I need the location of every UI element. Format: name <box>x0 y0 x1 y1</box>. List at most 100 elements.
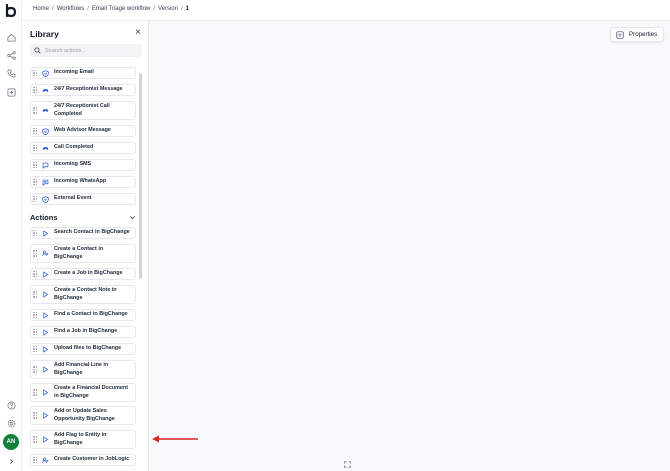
library-item[interactable]: Add or Update Sales Opportunity BigChang… <box>30 406 136 425</box>
library-item[interactable]: Add Flag to Entity in BigChange <box>30 430 136 449</box>
expand-chevron-icon[interactable] <box>4 454 18 468</box>
library-item[interactable]: Web Advisor Message <box>30 125 136 137</box>
library-item-label: 24/7 Receptionist Call Completed <box>54 103 110 117</box>
chevron-down-icon[interactable] <box>129 214 136 221</box>
workflow-canvas[interactable] <box>149 21 670 471</box>
help-icon[interactable] <box>4 398 18 412</box>
library-item[interactable]: Create a Financial Document in BigChange <box>30 383 136 402</box>
close-icon[interactable]: × <box>133 28 143 38</box>
drag-handle-icon[interactable] <box>33 311 38 319</box>
library-panel: Library × Incoming Email 24/7 Receptioni… <box>23 21 149 471</box>
message-lines-icon <box>42 179 49 186</box>
library-item-label: Add or Update Sales Opportunity BigChang… <box>54 408 115 422</box>
library-item[interactable]: Create Customer in JobLogic <box>30 454 136 466</box>
library-item-label: Create a Contact Note in BigChange <box>54 287 117 301</box>
user-avatar[interactable]: AN <box>3 434 19 450</box>
home-icon[interactable] <box>4 30 18 44</box>
breadcrumb-home[interactable]: Home <box>33 6 49 12</box>
drag-handle-icon[interactable] <box>33 436 38 443</box>
library-scrollbar[interactable] <box>139 73 142 279</box>
library-item-label: Create a Financial Document in BigChange <box>54 385 128 399</box>
message-icon <box>42 162 49 169</box>
drag-handle-icon[interactable] <box>33 229 38 237</box>
phone-icon <box>42 145 49 152</box>
library-item-label: Find a Contact in BigChange <box>54 311 128 318</box>
drag-handle-icon[interactable] <box>33 328 38 336</box>
breadcrumb: Home / Workflows / Email Triage workflow… <box>33 6 189 12</box>
shield-check-icon <box>42 195 49 203</box>
search-input[interactable] <box>45 47 135 54</box>
actions-section-title: Actions <box>30 212 58 222</box>
breadcrumb-current: 1 <box>185 6 189 12</box>
library-item[interactable]: Add Financial Line in BigChange <box>30 360 136 379</box>
library-item[interactable]: Create a Job in BigChange <box>30 268 136 280</box>
library-item[interactable]: Find a Job in BigChange <box>30 326 136 338</box>
library-item-label: Find a Job in BigChange <box>54 328 118 335</box>
play-icon <box>42 311 49 319</box>
library-item[interactable]: Call Completed <box>30 142 136 154</box>
settings-gear-icon[interactable] <box>4 416 18 430</box>
play-icon <box>42 270 49 278</box>
breadcrumb-workflows[interactable]: Workflows <box>57 6 85 12</box>
drag-handle-icon[interactable] <box>33 366 38 373</box>
drag-handle-icon[interactable] <box>33 127 38 135</box>
library-item[interactable]: Incoming WhatsApp <box>30 176 136 188</box>
library-item[interactable]: 24/7 Receptionist Message <box>30 84 136 96</box>
library-item-label: Add Flag to Entity in BigChange <box>54 432 107 446</box>
drag-handle-icon[interactable] <box>33 412 38 419</box>
library-title: Library <box>30 29 59 39</box>
play-icon <box>42 389 49 396</box>
add-box-icon[interactable] <box>4 85 18 99</box>
shield-check-icon <box>42 127 49 135</box>
library-item[interactable]: External Event <box>30 193 136 205</box>
library-item[interactable]: Upload files to BigChange <box>30 343 136 355</box>
drag-handle-icon[interactable] <box>33 86 38 94</box>
drag-handle-icon[interactable] <box>33 195 38 203</box>
drag-handle-icon[interactable] <box>33 389 38 396</box>
library-item-label: Incoming WhatsApp <box>54 178 107 185</box>
drag-handle-icon[interactable] <box>33 456 38 464</box>
drag-handle-icon[interactable] <box>33 178 38 186</box>
actions-section-header[interactable]: Actions <box>30 212 136 222</box>
play-icon <box>42 412 49 419</box>
library-item[interactable]: Search Contact in BigChange <box>30 227 136 239</box>
left-rail: AN <box>0 0 22 471</box>
drag-handle-icon[interactable] <box>33 161 38 169</box>
users-icon <box>42 250 49 257</box>
play-icon <box>42 366 49 373</box>
drag-handle-icon[interactable] <box>33 291 38 298</box>
search-box[interactable] <box>30 44 142 57</box>
drag-handle-icon[interactable] <box>33 270 38 278</box>
properties-button[interactable]: Properties <box>610 27 664 42</box>
library-item[interactable]: Incoming SMS <box>30 159 136 171</box>
library-item[interactable]: Create a Contact in BigChange <box>30 244 136 263</box>
library-item[interactable]: 24/7 Receptionist Call Completed <box>30 101 136 120</box>
library-item-label: Incoming SMS <box>54 161 92 168</box>
library-item-label: Incoming Email <box>54 69 94 76</box>
drag-handle-icon[interactable] <box>33 69 38 77</box>
drag-handle-icon[interactable] <box>33 345 38 353</box>
library-item[interactable]: Incoming Email <box>30 67 136 79</box>
breadcrumb-version[interactable]: Version <box>158 6 178 12</box>
app-logo[interactable] <box>4 4 18 18</box>
library-item-label: Search Contact in BigChange <box>54 229 130 236</box>
fit-view-icon[interactable] <box>344 461 351 468</box>
workflows-icon[interactable] <box>4 48 18 62</box>
play-icon <box>42 291 49 298</box>
drag-handle-icon[interactable] <box>33 144 38 152</box>
annotation-arrow-icon <box>152 435 198 443</box>
drag-handle-icon[interactable] <box>33 250 38 257</box>
library-item[interactable]: Find a Contact in BigChange <box>30 309 136 321</box>
library-item-label: Create a Contact in BigChange <box>54 246 104 260</box>
library-item-label: Create a Job in BigChange <box>54 270 123 277</box>
phone-icon <box>42 107 49 114</box>
library-item-label: Upload files to BigChange <box>54 345 122 352</box>
drag-handle-icon[interactable] <box>33 107 38 114</box>
library-item-label: Create Customer in JobLogic <box>54 456 130 463</box>
library-item-label: Add Financial Line in BigChange <box>54 362 109 376</box>
users-icon <box>42 457 49 464</box>
phone-icon <box>42 87 49 94</box>
breadcrumb-workflow[interactable]: Email Triage workflow <box>92 6 150 12</box>
library-item[interactable]: Create a Contact Note in BigChange <box>30 285 136 304</box>
phone-icon[interactable] <box>4 66 18 80</box>
